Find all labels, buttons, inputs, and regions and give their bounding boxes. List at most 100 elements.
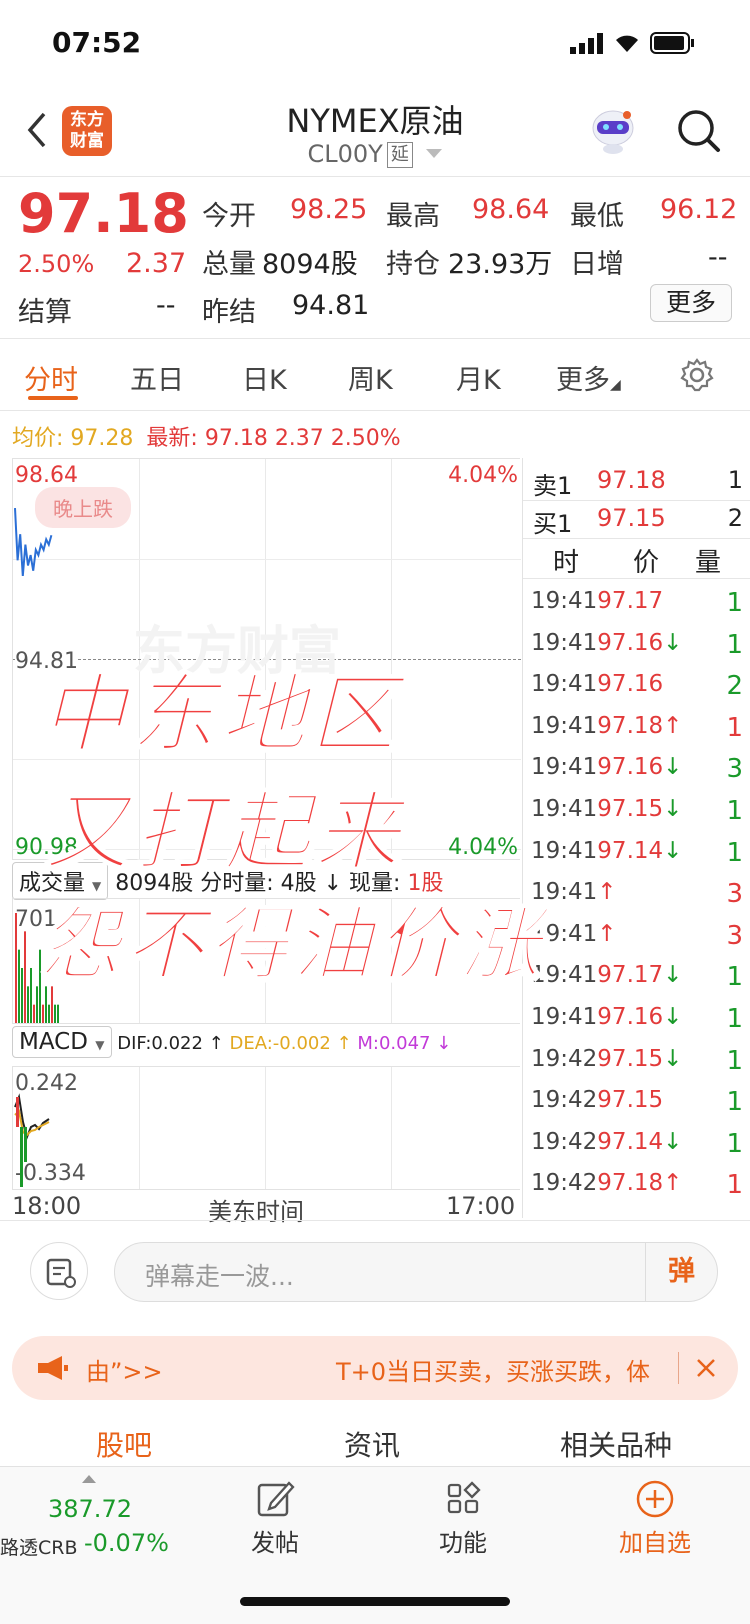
trade-time: 19:41 <box>531 629 598 656</box>
divider <box>523 538 750 539</box>
macd-chart[interactable]: 0.242 -0.334 <box>12 1066 520 1190</box>
trade-qty: 1 <box>726 712 743 743</box>
avg-value: 97.28 <box>70 426 134 451</box>
volume-bar <box>15 913 17 1023</box>
close-icon[interactable] <box>694 1356 718 1380</box>
low-value: 96.12 <box>660 194 738 225</box>
volume-bar <box>33 1004 35 1023</box>
tab-active-underline <box>28 396 78 400</box>
macd-dif: DIF:0.022 ↑ <box>117 1033 224 1054</box>
contract-code-text: CL00Y <box>307 140 383 168</box>
trade-price: 97.15 <box>597 1087 664 1114</box>
ask-row: 卖1 97.18 1 <box>533 466 743 501</box>
post-button[interactable]: 发帖 <box>240 1479 310 1569</box>
section-tab-guba[interactable]: 股吧 <box>96 1424 152 1464</box>
index-ticker[interactable]: 387.72 路透CRB -0.07% <box>0 1475 200 1565</box>
danmu-send-button[interactable]: 弹 <box>645 1243 717 1301</box>
macd-dea: DEA:-0.002 ↑ <box>229 1033 352 1054</box>
promo-left-text: 由”>> <box>86 1358 163 1386</box>
status-time: 07:52 <box>52 26 142 59</box>
tab-more[interactable]: 更多◢ <box>556 358 621 397</box>
tab-intraday[interactable]: 分时 <box>24 358 78 397</box>
tab-daily-k[interactable]: 日K <box>242 358 287 397</box>
trade-price: 97.18 <box>597 712 664 739</box>
divider <box>0 1220 750 1221</box>
trade-qty: 1 <box>726 962 743 993</box>
trade-row: 19:4197.16↓ 3 <box>531 754 743 786</box>
trade-qty: 1 <box>726 629 743 660</box>
trade-qty: 1 <box>726 588 743 618</box>
trade-qty: 3 <box>726 879 743 910</box>
trade-time: 19:41 <box>531 754 598 781</box>
trade-price: 97.16 <box>597 671 664 698</box>
volume-bar <box>27 986 29 1023</box>
trade-row: 19:4197.14↓ 1 <box>531 838 743 870</box>
x-axis-mid: 美东时间 <box>208 1198 304 1226</box>
volume-bar <box>30 968 32 1023</box>
info-change: 2.37 <box>274 426 324 451</box>
macd-selector[interactable]: MACD ▼ <box>12 1026 112 1058</box>
volume-bar <box>24 931 26 1023</box>
divider <box>678 1352 679 1384</box>
add-watchlist-button[interactable]: 加自选 <box>610 1479 700 1569</box>
avg-label: 均价: <box>12 426 64 451</box>
search-icon <box>678 110 720 152</box>
more-button[interactable]: 更多 <box>650 284 732 322</box>
trade-price: 97.14 <box>597 837 664 864</box>
trade-row: 19:41↑ 3 <box>531 879 743 911</box>
megaphone-icon <box>38 1356 68 1380</box>
section-tab-related[interactable]: 相关品种 <box>560 1424 672 1464</box>
high-value: 98.64 <box>472 194 550 225</box>
tab-five-day[interactable]: 五日 <box>130 358 184 397</box>
trade-arrow: ↓ <box>663 796 683 822</box>
volume-bar <box>18 949 20 1023</box>
search-button[interactable] <box>676 108 722 154</box>
volume-bar <box>21 968 23 1023</box>
trade-qty: 3 <box>726 920 743 951</box>
trade-price: 97.16 <box>597 629 664 656</box>
header-divider <box>0 176 750 177</box>
chart-settings-button[interactable] <box>680 358 714 392</box>
trade-time: 19:42 <box>531 1087 598 1114</box>
robot-icon <box>592 110 634 154</box>
trade-row: 19:41↑ 3 <box>531 921 743 953</box>
comment-placeholder: 弹幕走一波... <box>145 1262 294 1291</box>
danmu-settings-icon <box>46 1258 76 1288</box>
edit-icon <box>257 1481 295 1517</box>
trade-time: 19:41 <box>531 588 598 614</box>
tab-monthly-k[interactable]: 月K <box>456 358 501 397</box>
danmu-settings-button[interactable] <box>30 1242 88 1300</box>
trade-price: 97.18 <box>597 1170 664 1197</box>
tab-weekly-k[interactable]: 周K <box>348 358 393 397</box>
robot-avatar[interactable] <box>588 106 638 156</box>
macd-selector-label: MACD <box>19 1029 88 1055</box>
trade-head-qty: 量 <box>695 548 722 578</box>
volume-bar <box>57 1004 59 1023</box>
functions-button[interactable]: 功能 <box>428 1479 498 1569</box>
trade-time: 19:42 <box>531 1170 598 1197</box>
trade-qty: 1 <box>726 837 743 868</box>
divider <box>523 500 750 501</box>
volume-bar <box>36 986 38 1023</box>
wifi-icon <box>612 30 642 54</box>
caret-down-icon: ▼ <box>95 1038 105 1052</box>
trade-qty: 1 <box>726 1045 743 1076</box>
ask-label: 卖1 <box>533 472 573 500</box>
trade-row: 19:4197.15↓ 1 <box>531 796 743 828</box>
trade-qty: 1 <box>726 1128 743 1159</box>
info-line: 均价: 97.28 最新: 97.18 2.37 2.50% <box>12 420 401 452</box>
trade-row: 19:4197.16↓ 1 <box>531 630 743 662</box>
trade-row: 19:4297.15↓ 1 <box>531 1046 743 1078</box>
info-percent: 2.50% <box>330 426 401 451</box>
section-tab-news[interactable]: 资讯 <box>344 1424 400 1464</box>
trade-arrow: ↓ <box>663 837 683 864</box>
trade-row: 19:4197.18↑ 1 <box>531 713 743 745</box>
trade-arrow: ↓ <box>663 962 683 989</box>
comment-input[interactable]: 弹幕走一波... 弹 <box>114 1242 718 1302</box>
trade-arrow: ↑ <box>663 712 683 739</box>
promo-banner[interactable]: 由”>> T+0当日买卖，买涨买跌，体 <box>12 1336 738 1400</box>
ask-price: 97.18 <box>597 466 666 494</box>
trade-arrow: ↑ <box>597 920 617 947</box>
trade-qty: 3 <box>726 754 743 785</box>
open-label: 今开 <box>202 201 256 232</box>
